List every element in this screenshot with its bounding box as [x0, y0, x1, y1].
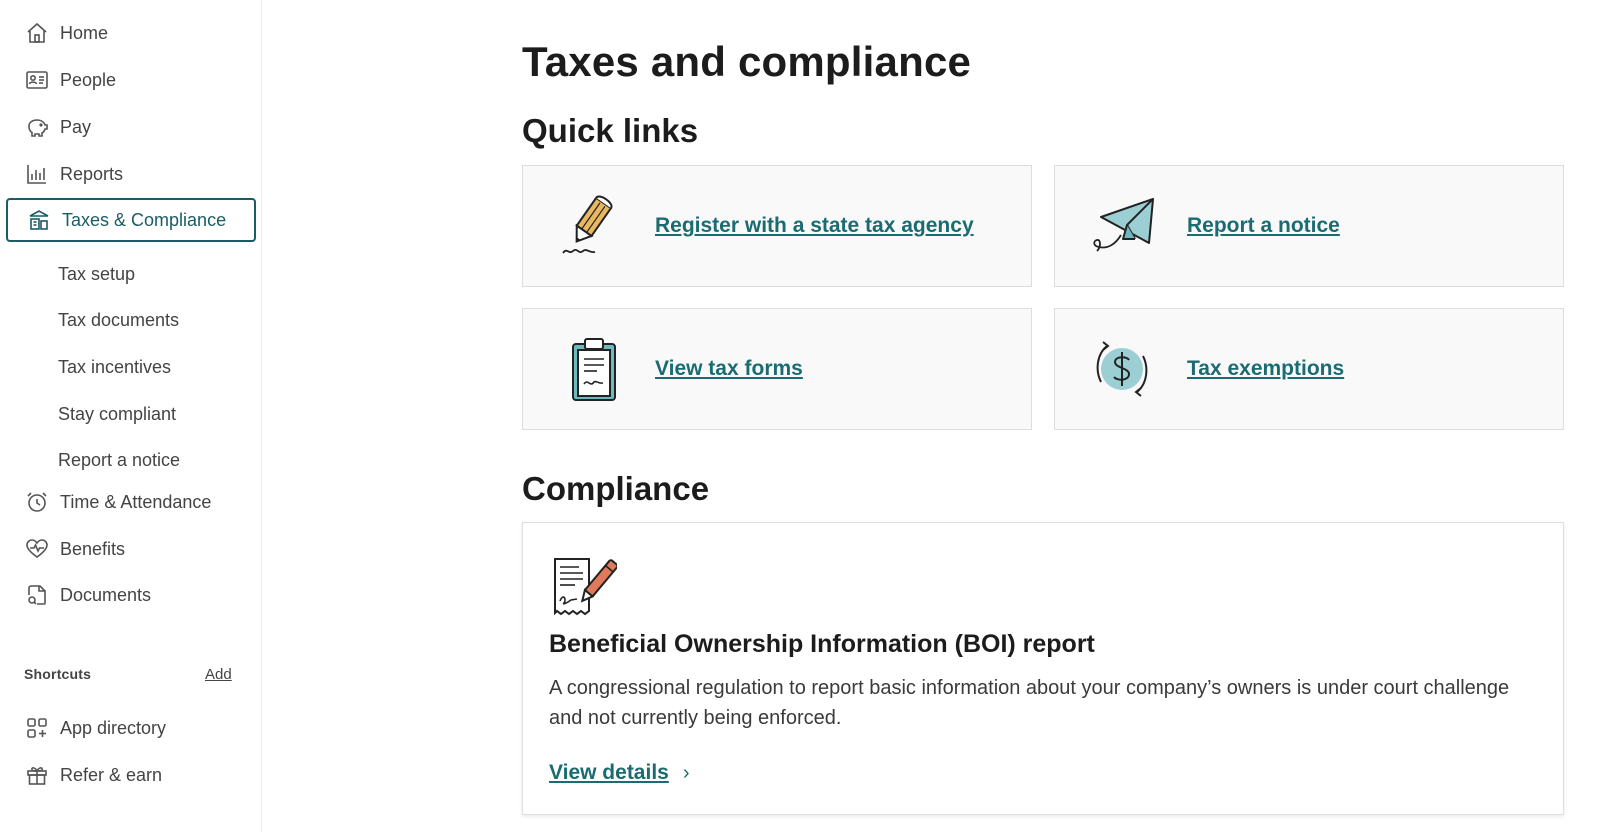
clipboard-illustration [572, 338, 616, 401]
quick-links-title: Quick links [522, 112, 699, 149]
sidebar-item-time-attendance[interactable]: Time & Attendance [6, 480, 256, 524]
bar-chart-icon [24, 161, 50, 187]
sidebar-subitem-tax-setup[interactable]: Tax setup [58, 260, 135, 288]
signed-document-illustration [554, 558, 617, 616]
page-title: Taxes and compliance [522, 38, 972, 85]
sidebar-subitem-stay-compliant[interactable]: Stay compliant [58, 400, 176, 428]
quick-link-card-report-notice[interactable]: Report a notice [1054, 165, 1564, 287]
tax-exemptions-link[interactable]: Tax exemptions [1187, 357, 1344, 381]
sidebar-subitem-report-a-notice[interactable]: Report a notice [58, 446, 180, 474]
sidebar-item-documents[interactable]: Documents [6, 573, 256, 617]
boi-report-card: Beneficial Ownership Information (BOI) r… [522, 522, 1564, 815]
view-tax-forms-link[interactable]: View tax forms [655, 357, 803, 381]
sidebar-item-label: Documents [60, 584, 152, 605]
sidebar-item-label: Pay [60, 116, 92, 137]
sidebar-item-people[interactable]: People [6, 58, 256, 102]
sidebar-item-refer-earn[interactable]: Refer & earn [6, 753, 256, 797]
sidebar-item-home[interactable]: Home [6, 11, 256, 55]
sidebar-item-label: Taxes & Compliance [62, 209, 227, 230]
gift-icon [24, 762, 50, 788]
document-search-icon [24, 582, 50, 608]
quick-link-card-tax-forms[interactable]: View tax forms [522, 308, 1032, 430]
shortcuts-add-link[interactable]: Add [205, 666, 232, 683]
boi-title: Beneficial Ownership Information (BOI) r… [549, 630, 1095, 658]
building-icon [26, 207, 52, 233]
sidebar-item-label: Benefits [60, 538, 126, 559]
piggy-bank-icon [24, 114, 50, 140]
shortcuts-label: Shortcuts [24, 666, 92, 682]
sidebar-subitem-tax-incentives[interactable]: Tax incentives [58, 353, 171, 381]
heart-pulse-icon [24, 536, 50, 562]
sidebar-item-taxes-compliance[interactable]: Taxes & Compliance [6, 198, 256, 242]
quick-link-card-register[interactable]: Register with a state tax agency [522, 165, 1032, 287]
report-notice-link[interactable]: Report a notice [1187, 214, 1340, 238]
app-grid-icon [24, 715, 50, 741]
paper-plane-illustration [1093, 198, 1154, 252]
view-details-link-group[interactable]: View details › [549, 761, 690, 785]
sidebar-item-app-directory[interactable]: App directory [6, 706, 256, 750]
sidebar-item-reports[interactable]: Reports [6, 152, 256, 196]
sidebar-item-label: Reports [60, 163, 124, 184]
main-content: Taxes and compliance Quick links Registe… [522, 0, 1564, 832]
compliance-title: Compliance [522, 470, 710, 507]
clock-icon [24, 489, 50, 515]
sidebar-item-label: People [60, 69, 117, 90]
sidebar: Home People Pay Reports Taxes & Complian… [0, 0, 262, 832]
view-details-link[interactable]: View details [549, 761, 669, 785]
boi-description: A congressional regulation to report bas… [549, 677, 1510, 729]
quick-link-card-tax-exemptions[interactable]: Tax exemptions [1054, 308, 1564, 430]
sidebar-subitem-tax-documents[interactable]: Tax documents [58, 306, 179, 334]
sidebar-item-label: App directory [60, 717, 167, 738]
sidebar-item-pay[interactable]: Pay [6, 105, 256, 149]
home-icon [24, 20, 50, 46]
people-card-icon [24, 67, 50, 93]
dollar-cycle-illustration [1096, 341, 1148, 397]
register-state-tax-agency-link[interactable]: Register with a state tax agency [655, 214, 974, 238]
sidebar-item-label: Home [60, 22, 109, 43]
sidebar-item-label: Refer & earn [60, 764, 163, 785]
sidebar-item-label: Time & Attendance [60, 491, 212, 512]
pencil-illustration [562, 195, 613, 254]
chevron-right-icon: › [682, 761, 690, 784]
sidebar-item-benefits[interactable]: Benefits [6, 527, 256, 571]
